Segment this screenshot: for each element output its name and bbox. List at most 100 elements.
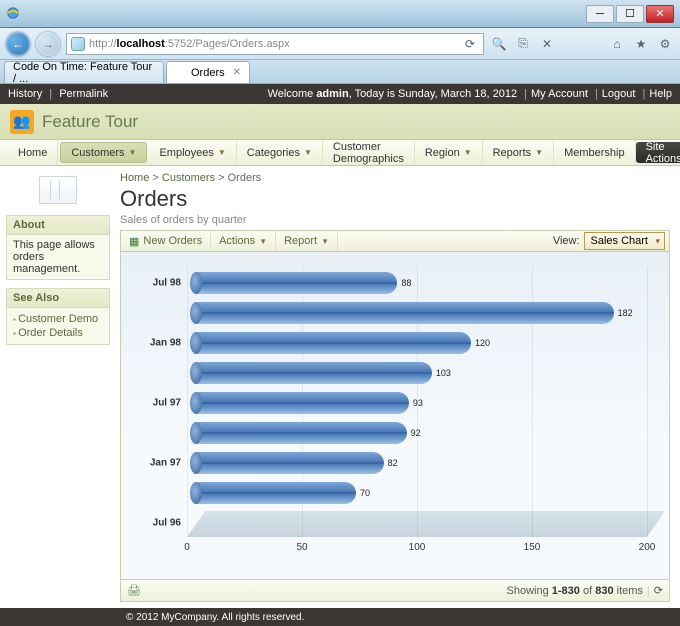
browser-tab[interactable]: Code On Time: Feature Tour / ...	[4, 61, 164, 83]
search-icon[interactable]: 🔍	[490, 35, 508, 53]
nav-tab-label: Customers	[71, 147, 124, 159]
x-tick-label: 100	[409, 542, 426, 553]
print-icon[interactable]: 🖨	[127, 584, 141, 597]
nav-tab-customers[interactable]: Customers ▼	[60, 142, 147, 163]
ie-icon	[71, 37, 85, 51]
current-user: admin	[316, 88, 348, 100]
help-link[interactable]: Help	[649, 88, 672, 100]
chevron-down-icon: ▼	[304, 148, 312, 157]
chart-bar: 92	[195, 422, 407, 444]
chart-bar: 70	[195, 482, 356, 504]
seealso-link[interactable]: Order Details	[13, 326, 103, 340]
tab-label: Code On Time: Feature Tour / ...	[13, 61, 155, 85]
x-tick-label: 0	[184, 542, 190, 553]
nav-tabs: HomeCustomers▼Employees▼Categories▼Custo…	[0, 140, 680, 166]
window-minimize[interactable]: ─	[586, 5, 614, 23]
chart-bar: 120	[195, 332, 471, 354]
breadcrumb-home[interactable]: Home	[120, 172, 149, 184]
bar-value-label: 93	[413, 398, 423, 408]
report-label: Report	[284, 235, 317, 247]
nav-tab-label: Membership	[564, 147, 625, 159]
address-bar[interactable]: http://localhost:5752/Pages/Orders.aspx …	[66, 33, 484, 55]
copyright: © 2012 MyCompany. All rights reserved.	[126, 612, 304, 623]
new-orders-label: New Orders	[143, 235, 202, 247]
x-gridline	[187, 266, 188, 537]
bar-value-label: 92	[411, 428, 421, 438]
sidebar: About This page allows orders management…	[0, 166, 116, 608]
y-tick-label: Jan 97	[150, 458, 181, 469]
view-select[interactable]: Sales Chart	[584, 232, 665, 250]
view-label: View:	[549, 235, 584, 247]
chevron-down-icon: ▼	[464, 148, 472, 157]
seealso-link[interactable]: Customer Demo	[13, 312, 103, 326]
nav-tab-home[interactable]: Home	[8, 140, 58, 165]
window-maximize[interactable]: ☐	[616, 5, 644, 23]
nav-tab-customer-demographics[interactable]: Customer Demographics	[323, 140, 415, 165]
rip-icon[interactable]: ⎘	[514, 35, 532, 53]
y-tick-label: Jul 97	[153, 398, 181, 409]
url-rest: :5752/Pages/Orders.aspx	[165, 38, 290, 50]
nav-tab-employees[interactable]: Employees▼	[149, 140, 236, 165]
my-account-link[interactable]: My Account	[531, 88, 588, 100]
refresh-icon[interactable]: ⟳	[461, 35, 479, 53]
history-link[interactable]: History	[8, 88, 42, 100]
breadcrumb-current: Orders	[228, 172, 262, 184]
nav-tab-label: Customer Demographics	[333, 141, 404, 165]
main-column: Home > Customers > Orders Orders Sales o…	[116, 166, 680, 608]
report-button[interactable]: Report▼	[276, 231, 338, 251]
browser-toolbar: ← → http://localhost:5752/Pages/Orders.a…	[0, 28, 680, 60]
back-button[interactable]: ←	[6, 32, 30, 56]
sep: |	[49, 88, 52, 100]
nav-tab-categories[interactable]: Categories ▼	[237, 140, 323, 165]
current-date: Sunday, March 18, 2012	[398, 88, 517, 100]
actions-button[interactable]: Actions▼	[211, 231, 276, 251]
new-orders-button[interactable]: ▦ New Orders	[121, 231, 211, 251]
about-panel: About This page allows orders management…	[6, 215, 110, 280]
about-heading: About	[7, 216, 109, 235]
chevron-down-icon: ▼	[129, 148, 137, 157]
nav-tab-region[interactable]: Region ▼	[415, 140, 483, 165]
welcome-text: Welcome admin, Today is Sunday, March 18…	[268, 88, 672, 100]
x-gridline	[647, 266, 648, 537]
tab-close[interactable]: ✕	[233, 67, 241, 78]
x-tick-label: 150	[524, 542, 541, 553]
nav-tab-label: Employees	[159, 147, 213, 159]
cross-icon[interactable]: ✕	[538, 35, 556, 53]
seealso-heading: See Also	[7, 289, 109, 308]
seealso-panel: See Also Customer DemoOrder Details	[6, 288, 110, 345]
nav-tab-label: Reports	[493, 147, 532, 159]
tab-favicon	[175, 67, 187, 79]
brand-bar: 👥 Feature Tour	[0, 104, 680, 140]
permalink-link[interactable]: Permalink	[59, 88, 108, 100]
nav-tab-label: Region	[425, 147, 460, 159]
ie-favicon	[6, 6, 22, 22]
nav-tab-reports[interactable]: Reports▼	[483, 140, 554, 165]
brand-title: Feature Tour	[42, 112, 138, 132]
y-tick-label: Jan 98	[150, 338, 181, 349]
nav-tab-membership[interactable]: Membership	[554, 140, 636, 165]
site-actions-button[interactable]: Site Actions▼	[636, 142, 680, 163]
app-topbar: History | Permalink Welcome admin, Today…	[0, 84, 680, 104]
window-close[interactable]: ✕	[646, 5, 674, 23]
chart-bar: 82	[195, 452, 384, 474]
page-title: Orders	[120, 186, 670, 212]
nav-tab-label: Home	[18, 147, 47, 159]
chart-bar: 88	[195, 272, 397, 294]
refresh-grid-icon[interactable]: ⟳	[654, 584, 663, 597]
tools-icon[interactable]: ⚙	[656, 35, 674, 53]
breadcrumb-customers[interactable]: Customers	[162, 172, 215, 184]
page-icon	[39, 176, 77, 204]
home-icon[interactable]: ⌂	[608, 35, 626, 53]
favorites-icon[interactable]: ★	[632, 35, 650, 53]
browser-titlebar: ─ ☐ ✕	[0, 0, 680, 28]
bar-value-label: 182	[618, 308, 633, 318]
y-tick-label: Jul 98	[153, 278, 181, 289]
showing-text: Showing 1-830 of 830 items	[507, 585, 643, 597]
logout-link[interactable]: Logout	[602, 88, 636, 100]
forward-button[interactable]: →	[36, 32, 60, 56]
bar-value-label: 82	[388, 458, 398, 468]
bar-value-label: 120	[475, 338, 490, 348]
tab-label: Orders	[191, 67, 225, 79]
browser-tab[interactable]: Orders ✕	[166, 61, 250, 83]
nav-tab-label: Categories	[247, 147, 300, 159]
